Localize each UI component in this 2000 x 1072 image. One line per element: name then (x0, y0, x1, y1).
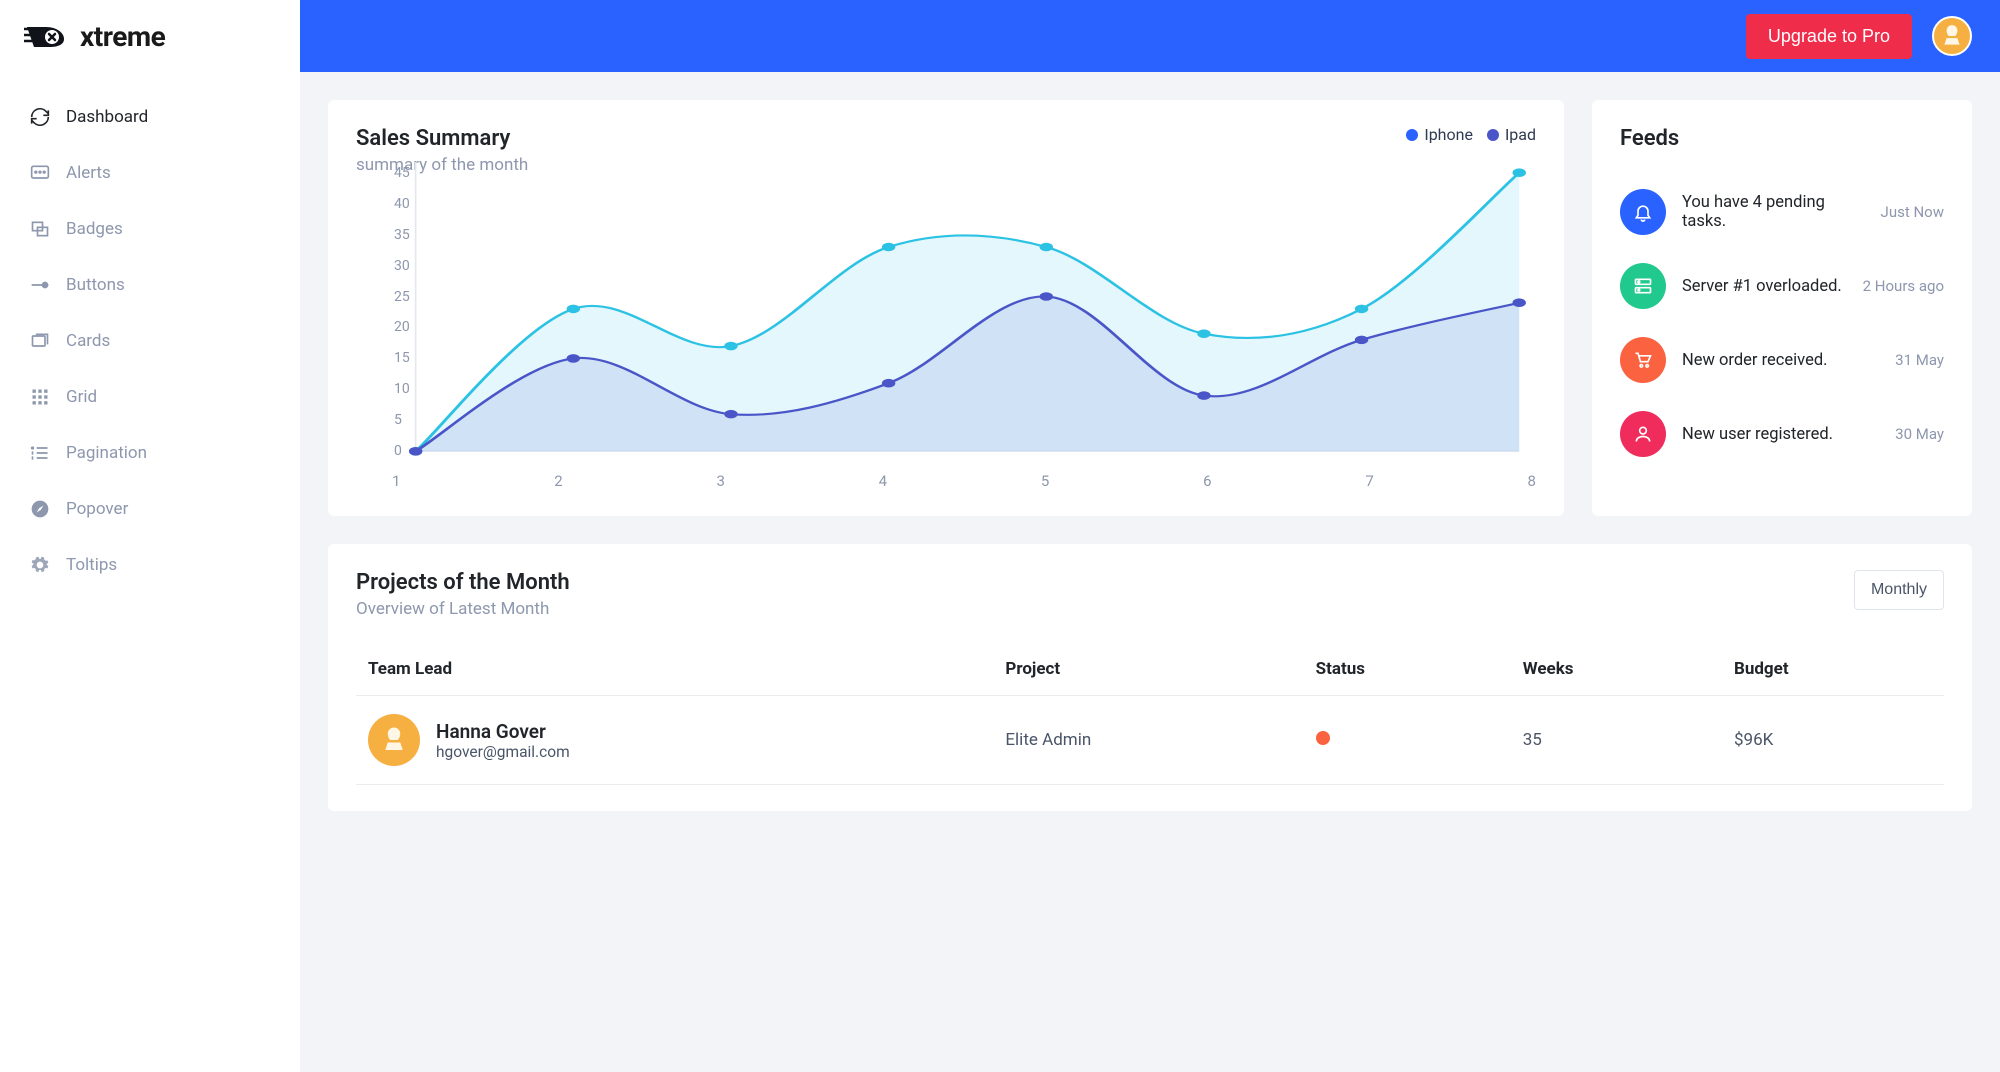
sidebar-item-label: Popover (66, 499, 128, 519)
sidebar: xtreme Dashboard Alerts Badges Buttons C… (0, 0, 300, 1072)
sidebar-item-popover[interactable]: Popover (0, 481, 300, 537)
chart-x-axis: 1 2 3 4 5 6 7 8 (392, 472, 1536, 490)
list-icon (30, 443, 50, 463)
col-status: Status (1304, 643, 1511, 696)
x-tick: 1 (392, 472, 400, 490)
feed-item[interactable]: New order received. 31 May (1620, 323, 1944, 397)
sidebar-item-label: Toltips (66, 555, 117, 575)
cell-weeks: 35 (1511, 696, 1722, 785)
feed-text: New order received. (1682, 351, 1879, 370)
projects-card: Projects of the Month Overview of Latest… (328, 544, 1972, 811)
x-tick: 3 (716, 472, 724, 490)
sidebar-item-grid[interactable]: Grid (0, 369, 300, 425)
sidebar-item-label: Buttons (66, 275, 125, 295)
brand-logo: xtreme (0, 0, 300, 73)
legend-dot-icon (1406, 129, 1418, 141)
feeds-title: Feeds (1620, 126, 1944, 151)
feed-time: 2 Hours ago (1863, 277, 1944, 295)
col-project: Project (993, 643, 1303, 696)
brand-name: xtreme (80, 20, 165, 53)
chart-legend: Iphone Ipad (356, 125, 1536, 144)
upgrade-button[interactable]: Upgrade to Pro (1746, 14, 1912, 59)
x-tick: 7 (1365, 472, 1373, 490)
feed-item[interactable]: New user registered. 30 May (1620, 397, 1944, 471)
sidebar-item-label: Pagination (66, 443, 147, 463)
card-stack-icon (30, 331, 50, 351)
sidebar-item-buttons[interactable]: Buttons (0, 257, 300, 313)
legend-label: Iphone (1424, 125, 1473, 144)
lead-name: Hanna Gover (436, 720, 570, 743)
sidebar-item-alerts[interactable]: Alerts (0, 145, 300, 201)
sidebar-item-label: Badges (66, 219, 123, 239)
feed-time: 30 May (1895, 425, 1944, 443)
user-avatar[interactable] (1932, 16, 1972, 56)
projects-title: Projects of the Month (356, 570, 570, 595)
feed-text: New user registered. (1682, 425, 1879, 444)
feed-time: Just Now (1881, 203, 1944, 221)
legend-item-ipad: Ipad (1487, 125, 1536, 144)
sidebar-item-label: Grid (66, 387, 97, 407)
cell-status (1304, 696, 1511, 785)
toggle-icon (30, 275, 50, 295)
legend-item-iphone: Iphone (1406, 125, 1473, 144)
main-content: Sales Summary summary of the month Iphon… (300, 0, 2000, 839)
col-lead: Team Lead (356, 643, 993, 696)
refresh-icon (30, 107, 50, 127)
projects-table: Team Lead Project Status Weeks Budget Ha… (356, 643, 1944, 785)
bell-icon (1620, 189, 1666, 235)
feed-text: You have 4 pending tasks. (1682, 193, 1865, 231)
layers-icon (30, 219, 50, 239)
cell-budget: $96K (1722, 696, 1944, 785)
x-tick: 8 (1528, 472, 1536, 490)
feed-time: 31 May (1895, 351, 1944, 369)
sidebar-item-label: Cards (66, 331, 110, 351)
projects-range-dropdown[interactable]: Monthly (1854, 570, 1944, 610)
cell-project: Elite Admin (993, 696, 1303, 785)
sidebar-item-label: Alerts (66, 163, 111, 183)
sidebar-item-cards[interactable]: Cards (0, 313, 300, 369)
x-tick: 6 (1203, 472, 1211, 490)
x-tick: 5 (1041, 472, 1049, 490)
legend-dot-icon (1487, 129, 1499, 141)
gear-icon (30, 555, 50, 575)
legend-label: Ipad (1505, 125, 1536, 144)
grid-icon (30, 387, 50, 407)
status-badge (1316, 731, 1330, 745)
col-weeks: Weeks (1511, 643, 1722, 696)
sidebar-item-dashboard[interactable]: Dashboard (0, 89, 300, 145)
avatar (368, 714, 420, 766)
user-icon (1620, 411, 1666, 457)
sidebar-item-toltips[interactable]: Toltips (0, 537, 300, 593)
x-tick: 2 (554, 472, 562, 490)
sidebar-item-badges[interactable]: Badges (0, 201, 300, 257)
server-icon (1620, 263, 1666, 309)
cart-icon (1620, 337, 1666, 383)
lead-email: hgover@gmail.com (436, 743, 570, 761)
feed-item[interactable]: You have 4 pending tasks. Just Now (1620, 175, 1944, 249)
sales-chart: 051015202530354045 (362, 162, 1536, 462)
compass-icon (30, 499, 50, 519)
message-icon (30, 163, 50, 183)
feed-text: Server #1 overloaded. (1682, 277, 1847, 296)
sales-summary-card: Sales Summary summary of the month Iphon… (328, 100, 1564, 516)
feeds-card: Feeds You have 4 pending tasks. Just Now S… (1592, 100, 1972, 516)
chart-svg (362, 162, 1536, 462)
topbar: Upgrade to Pro (300, 0, 2000, 72)
sidebar-item-pagination[interactable]: Pagination (0, 425, 300, 481)
brand-mark-icon (24, 21, 68, 53)
sidebar-item-label: Dashboard (66, 107, 148, 127)
projects-subtitle: Overview of Latest Month (356, 599, 570, 619)
feed-item[interactable]: Server #1 overloaded. 2 Hours ago (1620, 249, 1944, 323)
x-tick: 4 (879, 472, 887, 490)
col-budget: Budget (1722, 643, 1944, 696)
sidebar-nav: Dashboard Alerts Badges Buttons Cards Gr… (0, 73, 300, 609)
table-row[interactable]: Hanna Goverhgover@gmail.com Elite Admin 35… (356, 696, 1944, 785)
